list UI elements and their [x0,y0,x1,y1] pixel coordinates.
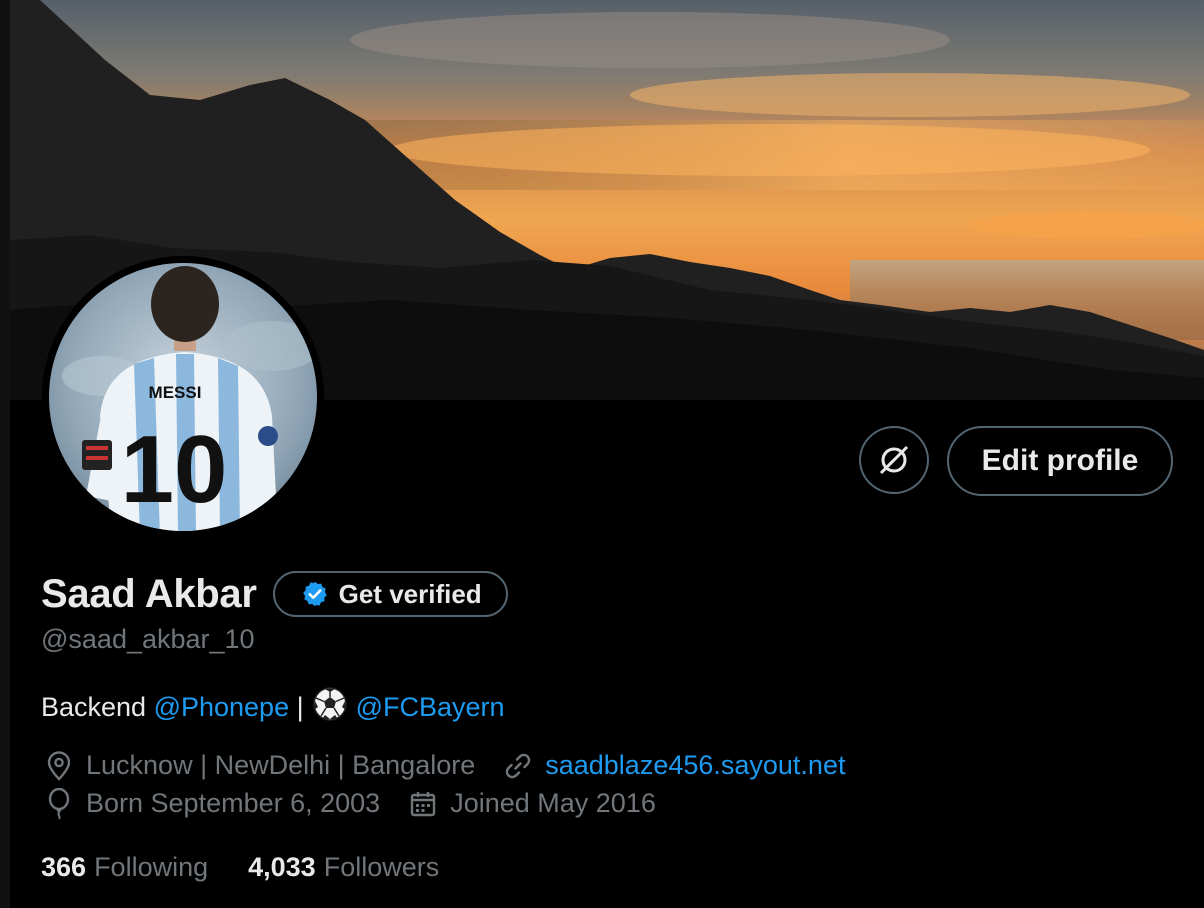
website-link[interactable]: saadblaze456.sayout.net [545,750,845,781]
location-item: Lucknow | NewDelhi | Bangalore [44,750,475,781]
joined-item: Joined May 2016 [408,788,656,819]
avatar-photo: MESSI 10 [42,256,324,538]
calendar-icon [408,789,438,819]
jersey-name: MESSI [149,383,202,402]
followers-link[interactable]: 4,033 Followers [248,852,439,883]
circle-slash-icon [879,445,909,475]
profile-handle: @saad_akbar_10 [41,624,255,654]
mention-fcbayern[interactable]: @FCBayern [356,692,505,723]
location-pin-icon [44,750,74,781]
following-label: Following [94,852,209,882]
joined-text: Joined May 2016 [450,788,656,818]
edit-profile-button[interactable]: Edit profile [947,426,1173,496]
circle-slash-button[interactable] [859,426,929,494]
get-verified-label: Get verified [338,578,482,609]
birthday-item: Born September 6, 2003 [44,787,381,820]
profile-avatar[interactable]: MESSI 10 [42,256,324,538]
profile-bio: Backend @Phonepe | @FCBayern [41,686,505,729]
mention-phonepe[interactable]: @Phonepe [154,692,290,723]
follow-stats: 366 Following 4,033 Followers [41,852,479,883]
birthday-text: Born September 6, 2003 [86,788,381,818]
location-text: Lucknow | NewDelhi | Bangalore [86,750,476,780]
name-row: Saad Akbar Get verified [41,568,508,620]
followers-label: Followers [323,852,440,882]
meta-row-1: Lucknow | NewDelhi | Bangalore saadblaze… [44,750,873,781]
bio-prefix: Backend [41,692,154,722]
followers-count: 4,033 [248,852,316,882]
meta-row-2: Born September 6, 2003 Joined May 2016 [44,787,684,820]
display-name: Saad Akbar [41,571,257,616]
bio-separator: | [289,692,304,722]
following-link[interactable]: 366 Following [41,852,208,883]
balloon-icon [44,787,74,820]
following-count: 366 [41,852,87,882]
website-item: saadblaze456.sayout.net [503,750,845,781]
soccer-ball-icon [312,686,348,729]
get-verified-button[interactable]: Get verified [272,571,508,617]
left-edge [0,0,10,908]
link-icon [503,751,533,781]
verified-badge-icon [302,581,327,607]
jersey-number: 10 [121,416,228,523]
